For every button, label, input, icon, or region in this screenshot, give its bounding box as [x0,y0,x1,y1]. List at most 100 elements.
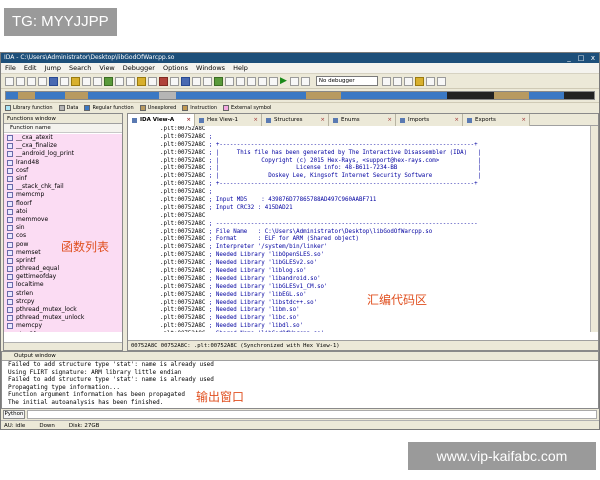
function-list-item[interactable]: floorf [4,200,122,208]
function-list-item[interactable]: __cxa_atexit [4,134,122,142]
search-icon[interactable] [60,76,69,86]
code-line[interactable]: .plt:00752A8C ; Interpreter '/system/bin… [160,244,596,252]
tab-hex-view-1[interactable]: Hex View-1 × [195,114,262,126]
function-list-item[interactable]: memmove [4,216,122,224]
code-line[interactable]: .plt:00752A8C ; Needed Library 'libm.so' [160,307,596,315]
maximize-button[interactable]: □ [575,53,587,63]
function-list-item[interactable]: localtime [4,281,122,289]
minimize-button[interactable]: _ [563,53,575,63]
function-list-item[interactable]: lrand48 [4,159,122,167]
pause-icon[interactable] [258,76,267,86]
tab-close-icon[interactable]: × [253,114,258,126]
run-icon[interactable]: ▶ [280,74,287,89]
tab-structures[interactable]: Structures × [262,114,329,126]
run-to-cursor-icon[interactable] [414,76,424,86]
tab-close-icon[interactable]: × [521,114,526,126]
python-button[interactable]: Python [3,410,25,419]
breakpoint-icon[interactable] [403,76,413,86]
code-line[interactable]: .plt:00752A8C [160,213,596,221]
code-line[interactable]: .plt:00752A8C ; Format : ELF for ARM (Sh… [160,236,596,244]
function-list-item[interactable]: atan2f [4,331,122,332]
open-icon[interactable] [5,76,14,86]
detach-icon[interactable] [436,76,446,86]
function-list-item[interactable]: pthread_mutex_unlock [4,314,122,322]
enum-icon[interactable] [170,76,179,86]
tab-close-icon[interactable]: × [387,114,392,126]
names-icon[interactable] [225,76,234,86]
menu-edit[interactable]: Edit [24,63,37,74]
tab-close-icon[interactable]: × [320,114,325,126]
undefine-icon[interactable] [126,76,135,86]
code-line[interactable]: .plt:00752A8C ; Input MD5 : 439876D77865… [160,197,596,205]
code-line[interactable]: .plt:00752A8C ; Needed Library 'libandro… [160,276,596,284]
function-list-item[interactable]: __android_log_print [4,150,122,158]
attach-icon[interactable] [425,76,435,86]
function-list-item[interactable]: strcpy [4,298,122,306]
code-icon[interactable] [71,76,80,86]
code-line[interactable]: .plt:00752A8C ; Needed Library 'liblog.s… [160,268,596,276]
function-list-item[interactable]: sin [4,224,122,232]
function-list-item[interactable]: strlen [4,290,122,298]
xref-icon[interactable] [192,76,201,86]
function-list-item[interactable]: sinf [4,175,122,183]
function-list-item[interactable]: gettimeofday [4,273,122,281]
tab-exports[interactable]: Exports × [463,114,530,126]
function-list-item[interactable]: pthread_equal [4,265,122,273]
save-icon[interactable] [16,76,25,86]
code-line[interactable]: .plt:00752A8C ; | This file has been gen… [160,150,596,158]
code-line[interactable]: .plt:00752A8C ; Input CRC32 : 415DAD21 [160,205,596,213]
code-line[interactable]: .plt:00752A8C ; | Copyright (c) 2015 Hex… [160,158,596,166]
step-into-icon[interactable] [381,76,391,86]
function-icon[interactable] [104,76,113,86]
forward-icon[interactable] [38,76,47,86]
string-icon[interactable] [93,76,102,86]
code-line[interactable]: .plt:00752A8C ; ------------------------… [160,221,596,229]
menu-debugger[interactable]: Debugger [123,63,155,74]
menu-jump[interactable]: Jump [44,63,61,74]
function-list-item[interactable]: __stack_chk_fail [4,183,122,191]
step-over-icon[interactable] [392,76,402,86]
function-list-item[interactable]: sprintf [4,257,122,265]
navigation-bar[interactable] [5,91,595,100]
tab-close-icon[interactable]: × [186,114,191,126]
stop-debug-icon[interactable] [300,76,310,86]
function-list-item[interactable]: cosf [4,167,122,175]
code-line[interactable]: .plt:00752A8C ; File Name : C:\Users\Adm… [160,229,596,237]
menu-help[interactable]: Help [233,63,248,74]
back-icon[interactable] [27,76,36,86]
segment-icon[interactable] [214,76,223,86]
code-line[interactable]: .plt:00752A8C ; +-----------------------… [160,142,596,150]
code-line[interactable]: .plt:00752A8C ; [160,134,596,142]
function-list-item[interactable]: memcpy [4,322,122,330]
menu-windows[interactable]: Windows [196,63,225,74]
code-line[interactable]: .plt:00752A8C ; Needed Library 'libGLESv… [160,260,596,268]
struct-icon[interactable] [159,76,168,86]
menu-search[interactable]: Search [69,63,91,74]
comment-icon[interactable] [148,76,157,86]
hex-icon[interactable] [203,76,212,86]
code-line[interactable]: .plt:00752A8C ; [160,189,596,197]
pause-debug-icon[interactable] [289,76,299,86]
name-icon[interactable] [137,76,146,86]
tab-imports[interactable]: Imports × [396,114,463,126]
menu-options[interactable]: Options [163,63,188,74]
code-line[interactable]: .plt:00752A8C ; Needed Library 'libc.so' [160,315,596,323]
code-line[interactable]: .plt:00752A8C ; | Doskey Lee, Kingsoft I… [160,173,596,181]
tab-ida-view-a[interactable]: IDA View-A × [128,114,195,126]
code-line[interactable]: .plt:00752A8C ; Shared Name 'libGodOfWar… [160,331,596,332]
close-button[interactable]: x [587,53,599,63]
signatures-icon[interactable] [236,76,245,86]
strings-icon[interactable] [247,76,256,86]
function-list-item[interactable]: memcmp [4,191,122,199]
disassembly-listing[interactable]: .plt:00752A8C .plt:00752A8C ; .plt:00752A… [128,126,596,332]
function-name-column[interactable]: Function name [4,124,122,133]
menu-file[interactable]: File [5,63,16,74]
code-line[interactable]: .plt:00752A8C ; Needed Library 'libdl.so… [160,323,596,331]
tab-close-icon[interactable]: × [454,114,459,126]
code-line[interactable]: .plt:00752A8C ; +-----------------------… [160,181,596,189]
code-scrollbar[interactable] [590,126,598,332]
functions-scrollbar[interactable] [4,342,122,350]
graph-icon[interactable] [181,76,190,86]
navigation-band[interactable] [1,89,599,103]
code-line[interactable]: .plt:00752A8C [160,126,596,134]
